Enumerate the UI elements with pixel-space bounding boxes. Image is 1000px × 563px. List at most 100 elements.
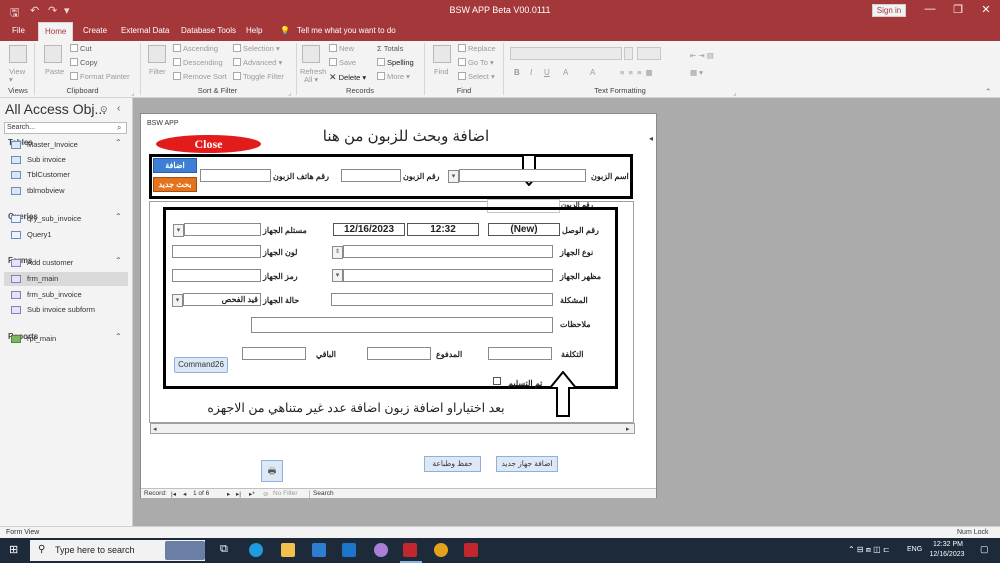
horizontal-scrollbar[interactable]: ◂ ▸: [150, 423, 635, 434]
sign-in-button[interactable]: Sign in: [872, 4, 906, 17]
task-view-icon[interactable]: ⧉: [220, 543, 228, 556]
view-dropdown-icon[interactable]: ▾: [9, 75, 13, 84]
shutter-bar-icon[interactable]: ‹: [117, 103, 120, 114]
find-icon[interactable]: [433, 45, 451, 63]
nav-item[interactable]: Sub invoice: [4, 153, 128, 167]
restore-button[interactable]: ❐: [948, 3, 968, 16]
last-record-icon[interactable]: ▸|: [236, 490, 241, 498]
italic-button[interactable]: I: [530, 68, 532, 77]
device-status-field[interactable]: قيد الفحص: [183, 293, 261, 306]
font-color-button[interactable]: A: [563, 68, 568, 77]
first-record-icon[interactable]: |◂: [171, 490, 176, 498]
file-explorer-icon[interactable]: [281, 543, 295, 557]
filter-icon[interactable]: [148, 45, 166, 63]
close-button[interactable]: Close: [156, 135, 261, 153]
nav-item[interactable]: Query1: [4, 228, 128, 242]
clock-time[interactable]: 12:32 PM: [929, 541, 967, 548]
language-indicator[interactable]: ENG: [907, 546, 922, 553]
nav-header[interactable]: All Access Obj...: [5, 101, 106, 117]
customer-no-field[interactable]: [341, 169, 401, 182]
text-formatting-launcher-icon[interactable]: ⌟: [733, 88, 737, 97]
store-icon[interactable]: [312, 543, 326, 557]
close-window-button[interactable]: ✕: [976, 3, 996, 16]
cut-button[interactable]: Cut: [80, 44, 92, 53]
device-look-dropdown-icon[interactable]: ▾: [332, 269, 343, 282]
app-icon[interactable]: [374, 543, 388, 557]
no-filter-button[interactable]: No Filter: [273, 490, 298, 497]
nav-search-input[interactable]: Search...: [4, 122, 127, 134]
problem-field[interactable]: [331, 293, 553, 306]
more-button[interactable]: More: [387, 72, 404, 81]
new-search-button[interactable]: بحث جديد: [153, 177, 197, 192]
cost-field[interactable]: [488, 347, 552, 360]
device-code-field[interactable]: [172, 269, 261, 282]
next-record-icon[interactable]: ▸: [227, 490, 230, 498]
highlight-button[interactable]: A: [590, 68, 595, 77]
format-painter-button[interactable]: Format Painter: [80, 72, 130, 81]
print-icon[interactable]: 🖶: [261, 460, 283, 482]
scroll-up-icon[interactable]: ◂: [649, 134, 653, 143]
tab-create[interactable]: Create: [83, 26, 107, 35]
add-device-button[interactable]: اضافة جهاز جديد: [496, 456, 558, 472]
nav-item[interactable]: rpt_main: [4, 332, 128, 346]
bold-button[interactable]: B: [514, 68, 520, 77]
refresh-icon[interactable]: [302, 45, 320, 63]
totals-button[interactable]: Totals: [384, 44, 404, 53]
mail-icon[interactable]: [342, 543, 356, 557]
refresh-all-button[interactable]: All: [304, 75, 312, 84]
edge-icon[interactable]: [249, 543, 263, 557]
selection-button[interactable]: Selection: [243, 44, 274, 53]
collapse-ribbon-icon[interactable]: ⌃: [985, 87, 991, 96]
tab-help[interactable]: Help: [246, 26, 262, 35]
tab-external-data[interactable]: External Data: [121, 26, 169, 35]
nav-item[interactable]: tblmobview: [4, 184, 128, 198]
delivered-checkbox[interactable]: [493, 377, 501, 385]
find-button[interactable]: Find: [434, 67, 449, 76]
gridlines-icon[interactable]: ▦ ▾: [690, 68, 703, 77]
font-name-dropdown[interactable]: [510, 47, 622, 60]
delete-button[interactable]: Delete: [339, 73, 361, 82]
tab-file[interactable]: File: [12, 26, 25, 35]
date-field[interactable]: 12/16/2023: [333, 223, 405, 236]
device-color-field[interactable]: [172, 245, 261, 258]
underline-button[interactable]: U: [544, 68, 550, 77]
windows-start-icon[interactable]: ⊞: [9, 543, 18, 556]
new-record-button[interactable]: New: [339, 44, 354, 53]
tray-icons[interactable]: ⌃ ⊟ ⧈ ◫ ⊏: [848, 545, 890, 555]
ascending-button[interactable]: Ascending: [183, 44, 218, 53]
clipboard-launcher-icon[interactable]: ⌟: [131, 88, 135, 97]
device-type-spinner-icon[interactable]: ⇕: [332, 246, 343, 259]
remove-sort-button[interactable]: Remove Sort: [183, 72, 227, 81]
nav-item[interactable]: frm_sub_invoice: [4, 288, 128, 302]
device-look-field[interactable]: [343, 269, 553, 282]
access-icon-2[interactable]: [464, 543, 478, 557]
customer-name-field[interactable]: [459, 169, 586, 182]
receiver-field[interactable]: [184, 223, 261, 236]
prev-record-icon[interactable]: ◂: [183, 490, 186, 498]
record-position-field[interactable]: 1 of 6: [193, 490, 209, 497]
spelling-button[interactable]: Spelling: [387, 58, 414, 67]
align-icons[interactable]: ≡ ≡ ≡ ▦: [620, 68, 653, 77]
go-to-button[interactable]: Go To: [468, 58, 488, 67]
paste-button[interactable]: Paste: [45, 67, 64, 76]
nav-item[interactable]: TblCustomer: [4, 168, 128, 182]
notifications-icon[interactable]: ▢: [980, 544, 989, 555]
view-icon[interactable]: [9, 45, 27, 63]
nav-item[interactable]: frm_main: [4, 272, 128, 286]
toggle-filter-button[interactable]: Toggle Filter: [243, 72, 284, 81]
save-print-button[interactable]: حفظ وطباعة: [424, 456, 481, 472]
nav-item[interactable]: Sub invoice subform: [4, 303, 128, 317]
new-blank-record-icon[interactable]: ▸*: [249, 490, 255, 498]
nav-item[interactable]: qry_sub_invoice: [4, 212, 128, 226]
notes-field[interactable]: [251, 317, 553, 333]
tab-home[interactable]: Home: [38, 22, 74, 41]
customer-name-dropdown-icon[interactable]: ▾: [448, 170, 459, 183]
replace-button[interactable]: Replace: [468, 44, 496, 53]
sort-filter-launcher-icon[interactable]: ⌟: [288, 88, 292, 97]
scroll-left-icon[interactable]: ◂: [153, 425, 157, 433]
font-size-dropdown[interactable]: [637, 47, 661, 60]
remaining-field[interactable]: [242, 347, 306, 360]
receiver-dropdown-icon[interactable]: ▾: [173, 224, 184, 237]
access-icon[interactable]: [403, 543, 417, 557]
clock-date[interactable]: 12/16/2023: [927, 551, 967, 558]
